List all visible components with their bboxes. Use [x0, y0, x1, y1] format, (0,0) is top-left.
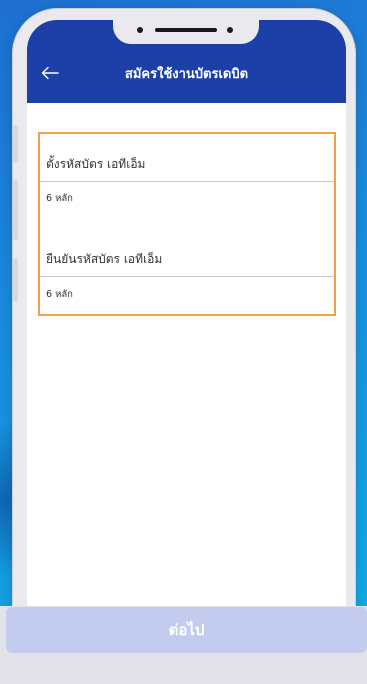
notch-speaker	[155, 28, 217, 32]
confirm-atm-pin-hint: 6 หลัก	[46, 289, 73, 300]
next-button[interactable]: ต่อไป	[6, 607, 367, 653]
arrow-left-icon	[41, 66, 59, 80]
phone-side-button-1	[13, 125, 18, 163]
back-button[interactable]	[37, 60, 63, 86]
background: สมัครใช้งานบัตรเดบิต ตั้งรหัสบัตร เอทีเอ…	[0, 0, 367, 684]
confirm-atm-pin-divider	[40, 276, 334, 277]
confirm-atm-pin-input[interactable]: ยืนยันรหัสบัตร เอทีเอ็ม	[40, 242, 334, 276]
atm-pin-label: ตั้งรหัสบัตร เอทีเอ็ม	[46, 157, 146, 171]
phone-side-button-2	[13, 180, 18, 240]
phone-side-button-3	[13, 258, 18, 302]
phone-notch	[113, 20, 259, 44]
notch-sensor-dot	[227, 27, 233, 33]
confirm-atm-pin-label: ยืนยันรหัสบัตร เอทีเอ็ม	[46, 252, 163, 266]
atm-pin-divider	[40, 181, 334, 182]
page-title: สมัครใช้งานบัตรเดบิต	[124, 67, 249, 82]
atm-pin-input[interactable]: ตั้งรหัสบัตร เอทีเอ็ม	[40, 147, 334, 181]
notch-camera-dot	[137, 27, 143, 33]
pin-form-highlight: ตั้งรหัสบัตร เอทีเอ็ม 6 หลัก ยืนยันรหัสบ…	[38, 132, 336, 316]
phone-screen: สมัครใช้งานบัตรเดบิต ตั้งรหัสบัตร เอทีเอ…	[27, 20, 346, 684]
atm-pin-hint: 6 หลัก	[46, 193, 73, 204]
